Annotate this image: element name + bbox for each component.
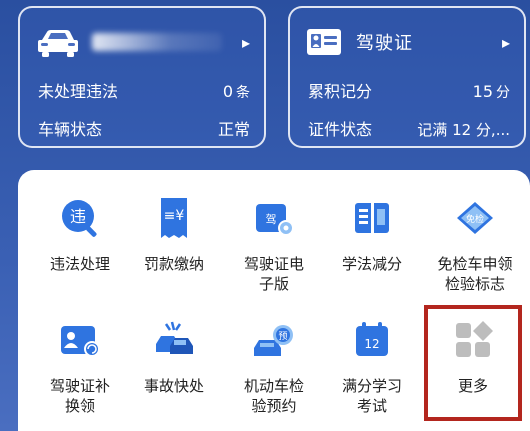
study-book-icon	[355, 203, 389, 233]
violations-count: 0	[222, 82, 233, 101]
license-card[interactable]: 驾驶证 ▸ 累积记分 15 分 证件状态 记满 12 分,...	[288, 6, 526, 148]
vehicle-card[interactable]: ▸ 未处理违法 0条 车辆状态 正常	[18, 6, 266, 148]
e-license-icon: 驾	[256, 204, 294, 236]
calendar-exam-icon: 12	[356, 322, 388, 356]
svg-text:12: 12	[364, 337, 379, 351]
service-study[interactable]: 学法减分	[322, 196, 422, 274]
service-fine-payment[interactable]: ≡¥ 罚款缴纳	[124, 196, 224, 274]
vehicle-violations-row[interactable]: 未处理违法 0条	[38, 78, 250, 102]
service-e-license[interactable]: 驾 驾驶证电 子版	[224, 196, 324, 294]
svg-text:违: 违	[70, 207, 86, 226]
vehicle-status-label: 车辆状态	[38, 120, 103, 139]
license-points-row[interactable]: 累积记分 15 分	[308, 78, 510, 102]
vehicle-status-value: 正常	[217, 120, 250, 139]
service-label: 事故快处	[143, 377, 204, 395]
chevron-right-icon[interactable]: ▸	[242, 33, 250, 52]
license-card-title: 驾驶证	[356, 33, 413, 54]
service-violation[interactable]: 违 违法处理	[30, 196, 130, 274]
license-renew-icon	[61, 326, 100, 357]
service-full-score-exam[interactable]: 12 满分学习 考试	[322, 318, 422, 416]
service-label: 满分学习 考试	[341, 377, 402, 415]
service-label: 违法处理	[49, 255, 110, 273]
highlight-box-more	[424, 305, 522, 421]
service-inspection-booking[interactable]: 预 机动车检 验预约	[224, 318, 324, 416]
svg-text:驾: 驾	[266, 213, 277, 226]
points-unit: 分	[496, 85, 510, 101]
license-status-label: 证件状态	[308, 120, 373, 139]
violation-icon: 违	[62, 200, 97, 237]
service-label: 驾驶证电 子版	[243, 255, 304, 293]
points-value: 15	[472, 82, 493, 101]
service-label: 免检车申领 检验标志	[437, 255, 513, 293]
svg-text:≡¥: ≡¥	[164, 208, 185, 224]
svg-text:预: 预	[278, 331, 287, 342]
exempt-inspection-icon: 免检	[457, 202, 493, 234]
license-card-icon	[307, 29, 341, 55]
license-status-row: 证件状态 记满 12 分,...	[308, 116, 510, 140]
service-label: 驾驶证补 换领	[49, 377, 110, 415]
inspection-booking-icon: 预	[254, 325, 293, 356]
vehicle-status-row: 车辆状态 正常	[38, 116, 250, 140]
vehicle-card-header[interactable]: ▸	[36, 24, 250, 60]
service-label: 罚款缴纳	[143, 255, 204, 273]
license-card-header[interactable]: 驾驶证 ▸	[306, 24, 510, 60]
license-status-value: 记满 12 分,...	[417, 121, 510, 139]
svg-text:免检: 免检	[466, 213, 484, 225]
service-accident[interactable]: 事故快处	[124, 318, 224, 396]
service-exempt-inspection[interactable]: 免检 免检车申领 检验标志	[420, 196, 530, 294]
service-label: 机动车检 验预约	[243, 377, 304, 415]
chevron-right-icon[interactable]: ▸	[502, 33, 510, 52]
violations-unit: 条	[236, 85, 250, 101]
service-license-renew[interactable]: 驾驶证补 换领	[30, 318, 130, 416]
accident-icon	[156, 321, 193, 354]
points-label: 累积记分	[308, 82, 373, 101]
plate-number-redacted	[92, 33, 222, 51]
fine-payment-icon: ≡¥	[161, 198, 187, 238]
violations-label: 未处理违法	[38, 82, 119, 101]
service-label: 学法减分	[341, 255, 402, 273]
car-icon	[38, 30, 78, 57]
